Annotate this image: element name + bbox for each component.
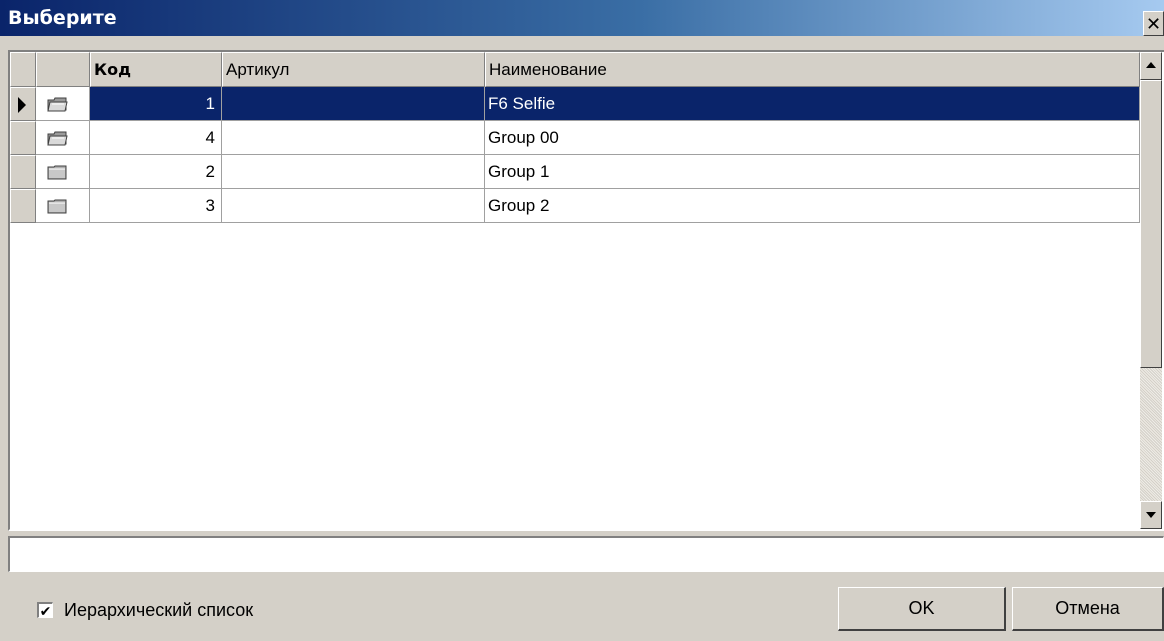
hierarchical-list-checkbox[interactable]: ✔ <box>37 602 53 618</box>
grid-header: Код Артикул Наименование <box>10 52 1140 87</box>
row-icon-cell <box>36 87 90 121</box>
cell-article[interactable] <box>222 155 485 189</box>
row-icon-cell <box>36 189 90 223</box>
cell-code[interactable]: 3 <box>90 189 222 223</box>
row-indicator[interactable] <box>10 121 36 155</box>
hierarchical-list-label: Иерархический список <box>64 599 254 620</box>
row-icon-cell <box>36 121 90 155</box>
current-row-arrow-icon <box>18 97 26 113</box>
close-icon: ✕ <box>1145 13 1162 34</box>
cell-code[interactable]: 1 <box>90 87 222 121</box>
arrow-up-icon <box>1146 62 1156 68</box>
cell-code[interactable]: 2 <box>90 155 222 189</box>
ok-button[interactable]: OK <box>838 587 1006 631</box>
cell-name[interactable]: Group 00 <box>485 121 1140 155</box>
cell-article[interactable] <box>222 189 485 223</box>
cancel-button[interactable]: Отмена <box>1012 587 1164 631</box>
cell-code[interactable]: 4 <box>90 121 222 155</box>
row-indicator[interactable] <box>10 189 36 223</box>
table-row[interactable]: 1 F6 Selfie <box>10 87 1140 121</box>
status-field <box>8 536 1164 572</box>
title-bar: Выберите <box>0 0 1164 36</box>
scroll-thumb[interactable] <box>1140 80 1162 368</box>
header-code[interactable]: Код <box>90 52 222 87</box>
items-grid[interactable]: Код Артикул Наименование 1 F6 Selfie 4 Grou… <box>8 50 1164 531</box>
header-article[interactable]: Артикул <box>222 52 485 87</box>
header-name[interactable]: Наименование <box>485 52 1140 87</box>
cell-name[interactable]: Group 1 <box>485 155 1140 189</box>
cell-article[interactable] <box>222 87 485 121</box>
vertical-scrollbar[interactable] <box>1140 52 1162 529</box>
scroll-down-button[interactable] <box>1140 501 1162 529</box>
table-row[interactable]: 3 Group 2 <box>10 189 1140 223</box>
header-icon-column[interactable] <box>36 52 90 87</box>
scroll-up-button[interactable] <box>1140 52 1162 80</box>
hierarchical-list-option[interactable]: ✔ Иерархический список <box>37 598 253 622</box>
table-row[interactable]: 4 Group 00 <box>10 121 1140 155</box>
cell-name[interactable]: Group 2 <box>485 189 1140 223</box>
table-row[interactable]: 2 Group 1 <box>10 155 1140 189</box>
cell-name[interactable]: F6 Selfie <box>485 87 1140 121</box>
close-button[interactable]: ✕ <box>1143 11 1164 36</box>
arrow-down-icon <box>1146 512 1156 518</box>
row-indicator[interactable] <box>10 87 36 121</box>
header-indicator <box>10 52 36 87</box>
cell-article[interactable] <box>222 121 485 155</box>
row-indicator[interactable] <box>10 155 36 189</box>
window-title: Выберите <box>8 7 117 29</box>
row-icon-cell <box>36 155 90 189</box>
checkmark-icon: ✔ <box>39 602 52 619</box>
